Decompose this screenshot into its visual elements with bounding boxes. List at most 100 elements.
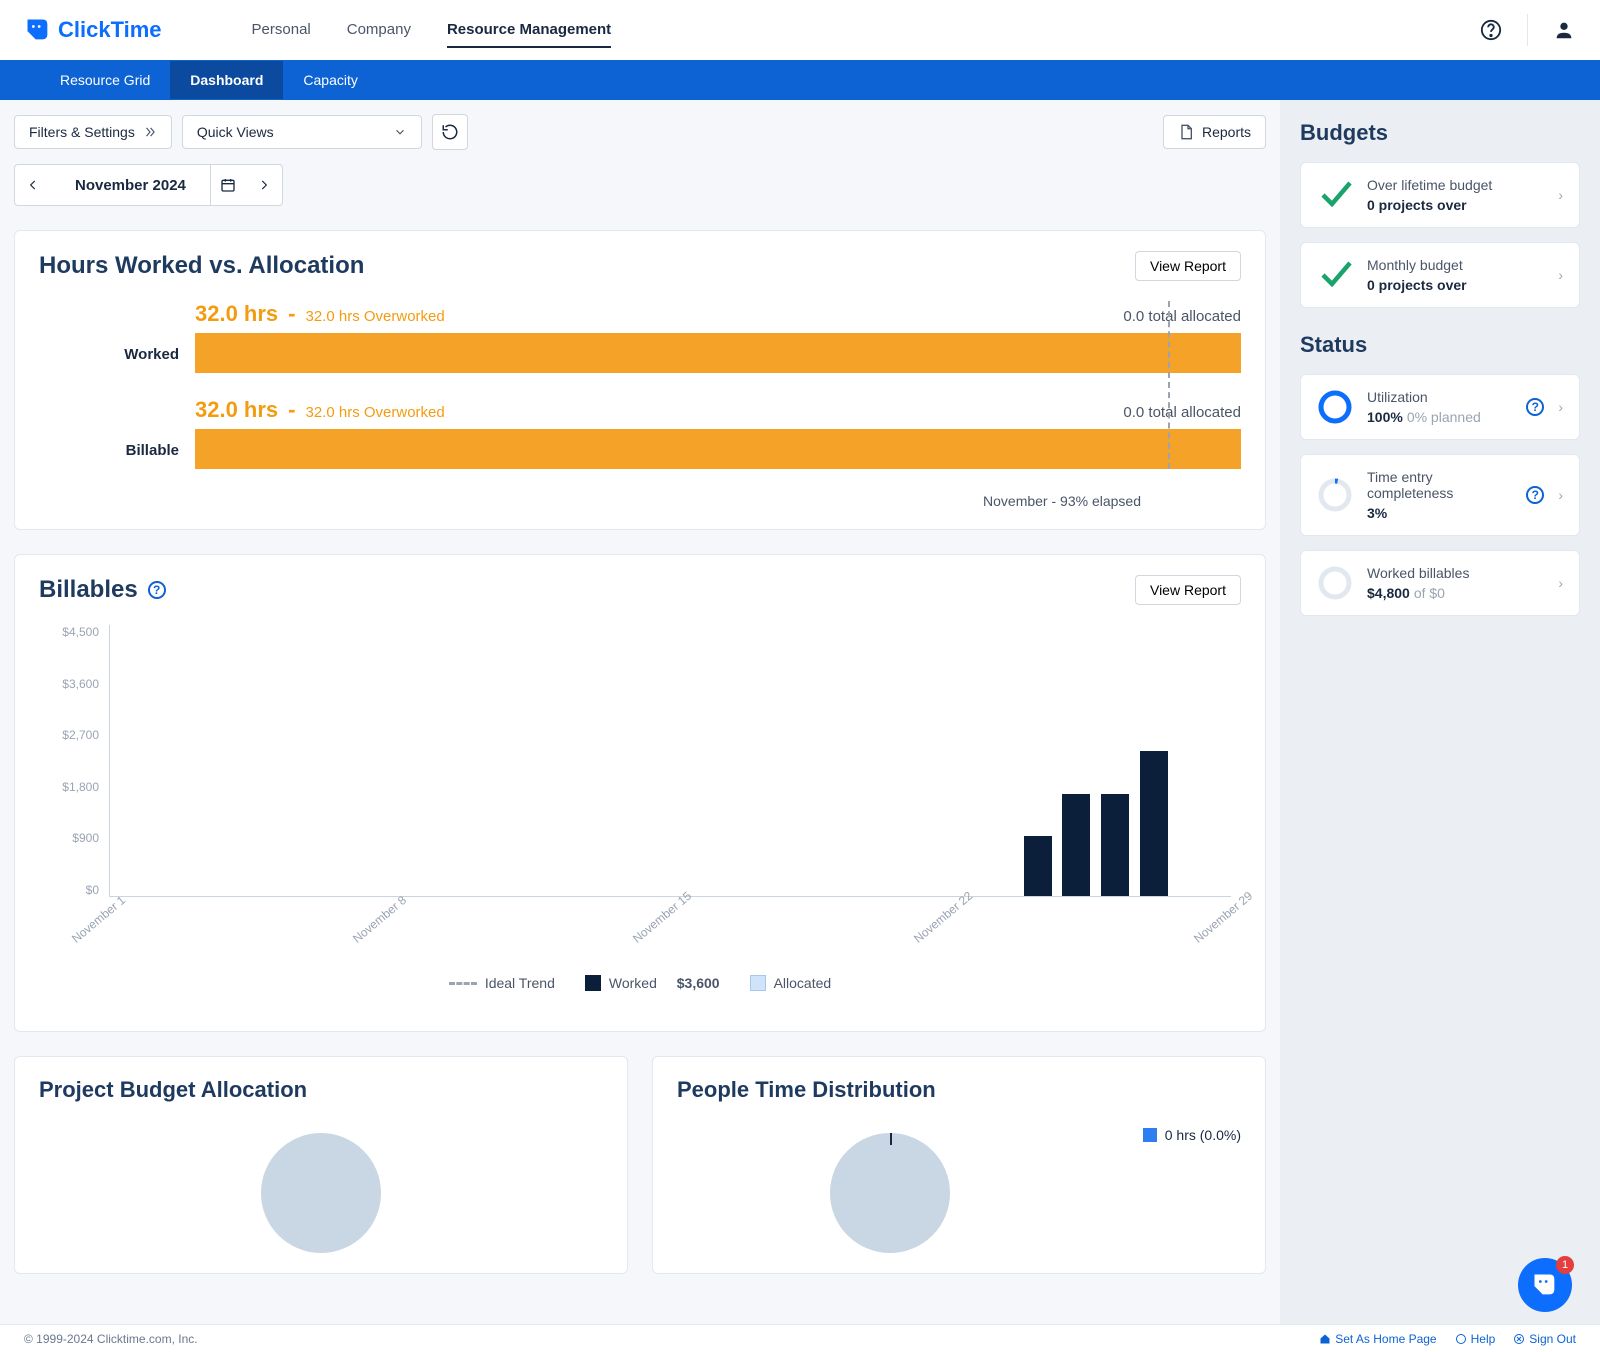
worked-billables-amount: $4,800 xyxy=(1367,585,1410,601)
project-budget-card: Project Budget Allocation xyxy=(14,1056,628,1274)
legend-box-light-icon xyxy=(750,975,766,991)
legend-box-dark-icon xyxy=(585,975,601,991)
utilization-planned: 0% planned xyxy=(1407,409,1481,425)
legend-allocated: Allocated xyxy=(774,975,832,991)
reports-button[interactable]: Reports xyxy=(1163,115,1266,149)
chevron-right-icon: › xyxy=(1558,267,1563,283)
hours-view-report-button[interactable]: View Report xyxy=(1135,251,1241,281)
hours-title: Hours Worked vs. Allocation xyxy=(39,252,364,280)
dash: - xyxy=(288,301,295,327)
signout-link[interactable]: Sign Out xyxy=(1513,1332,1576,1346)
legend-dash-icon xyxy=(449,982,477,985)
worked-hours: 32.0 hrs xyxy=(195,301,278,327)
calendar-button[interactable] xyxy=(210,165,246,205)
chevron-right-icon: › xyxy=(1558,399,1563,415)
ring-icon xyxy=(1317,565,1353,601)
budgets-section-title: Budgets xyxy=(1300,120,1580,146)
utilization-title: Utilization xyxy=(1367,389,1512,405)
people-time-card: People Time Distribution 0 hrs (0.0%) xyxy=(652,1056,1266,1274)
help-icon[interactable]: ? xyxy=(148,581,166,599)
quick-views-dropdown[interactable]: Quick Views xyxy=(182,115,422,149)
billables-title: Billables xyxy=(39,576,138,604)
check-icon xyxy=(1317,257,1353,293)
chevron-right-icon: › xyxy=(1558,487,1563,503)
refresh-button[interactable] xyxy=(432,114,468,150)
chat-badge: 1 xyxy=(1556,1256,1574,1274)
chevron-down-icon xyxy=(393,125,407,139)
lifetime-sub: 0 projects over xyxy=(1367,197,1544,213)
hours-card: Hours Worked vs. Allocation View Report … xyxy=(14,230,1266,530)
chevron-double-right-icon xyxy=(143,125,157,139)
help-icon[interactable]: ? xyxy=(1526,398,1544,416)
subnav: Resource Grid Dashboard Capacity xyxy=(0,60,1600,100)
legend-color-icon xyxy=(1143,1128,1157,1142)
billables-view-report-button[interactable]: View Report xyxy=(1135,575,1241,605)
reports-label: Reports xyxy=(1202,124,1251,140)
legend-ideal: Ideal Trend xyxy=(485,975,555,991)
subnav-capacity[interactable]: Capacity xyxy=(283,61,377,99)
brand-logo[interactable]: ClickTime xyxy=(24,16,162,44)
status-section-title: Status xyxy=(1300,332,1580,358)
copyright: © 1999-2024 Clicktime.com, Inc. xyxy=(24,1332,198,1346)
worked-billables-of: of $0 xyxy=(1414,585,1445,601)
monthly-title: Monthly budget xyxy=(1367,257,1544,273)
lifetime-budget-card[interactable]: Over lifetime budget 0 projects over › xyxy=(1300,162,1580,228)
help-link[interactable]: Help xyxy=(1455,1332,1496,1346)
completeness-title: Time entry completeness xyxy=(1367,469,1512,501)
divider xyxy=(1527,14,1528,46)
monthly-budget-card[interactable]: Monthly budget 0 projects over › xyxy=(1300,242,1580,308)
primary-nav: Personal Company Resource Management xyxy=(252,13,612,48)
worked-billables-title: Worked billables xyxy=(1367,565,1544,581)
toolbar: Filters & Settings Quick Views xyxy=(14,114,1266,150)
nav-personal[interactable]: Personal xyxy=(252,13,311,48)
legend-worked: Worked xyxy=(609,975,657,991)
legend-worked-val: $3,600 xyxy=(677,975,720,991)
lifetime-title: Over lifetime budget xyxy=(1367,177,1544,193)
dash: - xyxy=(288,397,295,423)
date-navigator: November 2024 xyxy=(14,164,283,206)
billables-card: Billables ? View Report $4,500$3,600$2,7… xyxy=(14,554,1266,1032)
worked-billables-card[interactable]: Worked billables $4,800of $0 › xyxy=(1300,550,1580,616)
chevron-right-icon: › xyxy=(1558,187,1563,203)
help-icon[interactable]: ? xyxy=(1526,486,1544,504)
help-icon[interactable] xyxy=(1479,18,1503,42)
set-home-link[interactable]: Set As Home Page xyxy=(1319,1332,1436,1346)
user-icon[interactable] xyxy=(1552,18,1576,42)
billable-bar xyxy=(195,429,1241,469)
sidebar: Budgets Over lifetime budget 0 projects … xyxy=(1280,100,1600,1338)
chat-button[interactable]: 1 xyxy=(1518,1258,1572,1312)
elapsed-note: November - 93% elapsed xyxy=(39,493,1241,509)
completeness-card[interactable]: Time entry completeness 3% ? › xyxy=(1300,454,1580,536)
current-month-label: November 2024 xyxy=(51,177,210,194)
utilization-card[interactable]: Utilization 100%0% planned ? › xyxy=(1300,374,1580,440)
ring-icon xyxy=(1317,477,1353,513)
nav-company[interactable]: Company xyxy=(347,13,411,48)
subnav-dashboard[interactable]: Dashboard xyxy=(170,61,283,99)
subnav-resource-grid[interactable]: Resource Grid xyxy=(40,61,170,99)
completeness-pct: 3% xyxy=(1367,505,1512,521)
billable-overworked: 32.0 hrs Overworked xyxy=(306,404,445,421)
people-donut xyxy=(830,1133,950,1253)
worked-overworked: 32.0 hrs Overworked xyxy=(306,308,445,325)
document-icon xyxy=(1178,124,1194,140)
filters-label: Filters & Settings xyxy=(29,124,135,140)
monthly-sub: 0 projects over xyxy=(1367,277,1544,293)
row-label-worked: Worked xyxy=(39,346,179,373)
filters-settings-button[interactable]: Filters & Settings xyxy=(14,115,172,149)
footer: © 1999-2024 Clicktime.com, Inc. Set As H… xyxy=(0,1324,1600,1352)
next-month-button[interactable] xyxy=(246,165,282,205)
billable-hours: 32.0 hrs xyxy=(195,397,278,423)
row-label-billable: Billable xyxy=(39,442,179,469)
nav-resource-management[interactable]: Resource Management xyxy=(447,13,611,48)
project-budget-title: Project Budget Allocation xyxy=(39,1077,603,1103)
billable-allocated: 0.0 total allocated xyxy=(1123,404,1241,421)
check-icon xyxy=(1317,177,1353,213)
utilization-pct: 100% xyxy=(1367,409,1403,425)
brand-text: ClickTime xyxy=(58,17,162,43)
chart-legend: Ideal Trend Worked $3,600 Allocated xyxy=(39,975,1241,991)
billables-chart: $4,500$3,600$2,700$1,800$900$0 November … xyxy=(109,625,1231,925)
chevron-right-icon: › xyxy=(1558,575,1563,591)
prev-month-button[interactable] xyxy=(15,165,51,205)
worked-bar xyxy=(195,333,1241,373)
people-legend-row: 0 hrs (0.0%) xyxy=(1165,1127,1241,1143)
